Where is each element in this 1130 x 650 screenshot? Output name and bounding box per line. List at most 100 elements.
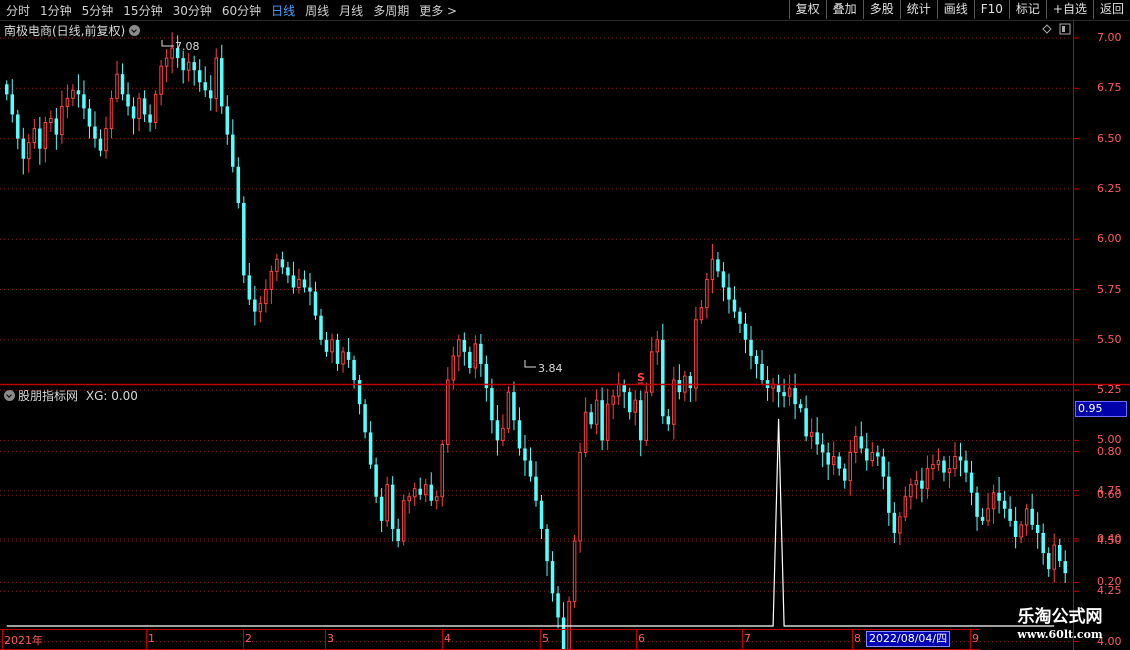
candle xyxy=(633,390,637,426)
watermark-url: www.60lt.com xyxy=(1017,628,1103,641)
candle xyxy=(650,336,654,397)
candle xyxy=(738,307,742,334)
stock-chart[interactable] xyxy=(0,0,1130,650)
candle xyxy=(148,104,152,132)
candle xyxy=(721,262,726,302)
candle-body xyxy=(236,166,241,203)
candle-body xyxy=(688,376,693,389)
candle-body xyxy=(335,339,340,364)
candle-body xyxy=(887,476,891,513)
candle-body xyxy=(826,452,830,465)
candle-body xyxy=(153,93,158,124)
candle-body xyxy=(181,58,185,71)
candle-body xyxy=(1046,553,1051,570)
candle xyxy=(870,442,875,467)
candle xyxy=(335,333,340,371)
candle-body xyxy=(32,128,37,144)
candle xyxy=(589,404,593,429)
time-axis-label: 8 xyxy=(854,632,861,645)
candle-body xyxy=(672,379,676,425)
candle-body xyxy=(942,460,946,473)
candle xyxy=(793,373,797,420)
candle xyxy=(699,299,704,324)
candle-body xyxy=(694,319,698,389)
candle-body xyxy=(550,561,555,594)
candle-body xyxy=(115,73,119,99)
indicator-tick-label: 0.80 xyxy=(1097,444,1122,458)
candle-body xyxy=(352,359,356,381)
candle xyxy=(231,119,235,173)
candle xyxy=(76,74,81,108)
candle-body xyxy=(208,90,213,99)
candle xyxy=(390,476,395,542)
candle-body xyxy=(446,379,450,445)
candle-body xyxy=(286,267,290,276)
candle-body xyxy=(534,476,538,501)
candle xyxy=(760,350,764,386)
candle xyxy=(638,390,643,457)
candle-body xyxy=(220,58,224,107)
candle xyxy=(197,59,202,92)
candle xyxy=(534,461,538,507)
candle xyxy=(247,263,252,305)
candle xyxy=(765,366,770,401)
candle-body xyxy=(38,128,42,149)
candle xyxy=(275,253,279,282)
candle-body xyxy=(705,278,709,309)
candle-body xyxy=(881,456,886,477)
candle xyxy=(611,389,615,420)
candle xyxy=(21,127,26,175)
candle xyxy=(164,49,169,83)
candle xyxy=(578,442,582,553)
candle xyxy=(446,367,450,453)
candle xyxy=(853,426,858,464)
candle-body xyxy=(892,512,897,533)
candle xyxy=(98,129,103,157)
candle-body xyxy=(594,399,599,425)
candle xyxy=(727,273,731,314)
candle xyxy=(716,252,720,278)
candle-body xyxy=(401,500,406,542)
price-tick-label: 6.00 xyxy=(1097,232,1122,246)
candle-body xyxy=(429,484,434,501)
candle-body xyxy=(699,307,704,321)
candle xyxy=(236,157,241,209)
high-price-label: 7.08 xyxy=(175,40,200,53)
candle-body xyxy=(947,468,952,474)
candle xyxy=(947,455,952,489)
candle xyxy=(831,441,836,475)
time-axis-label: 2021年 xyxy=(4,634,43,647)
candle xyxy=(225,95,230,145)
candle xyxy=(931,454,935,481)
candle-body xyxy=(390,484,395,529)
price-tick-label: 5.75 xyxy=(1097,282,1122,296)
candle-body xyxy=(60,105,64,136)
candle xyxy=(60,90,64,144)
candle-body xyxy=(368,432,373,465)
candle xyxy=(440,439,445,507)
candle xyxy=(914,471,919,500)
candle xyxy=(429,472,434,506)
candle-body xyxy=(837,456,841,469)
candle xyxy=(1013,506,1018,549)
candle-body xyxy=(192,62,196,71)
candle-body xyxy=(914,480,919,486)
candle-body xyxy=(611,395,615,405)
candle-body xyxy=(677,380,682,393)
candle xyxy=(528,447,533,482)
candle-body xyxy=(341,351,345,365)
candle xyxy=(826,442,830,481)
candle xyxy=(330,333,334,364)
candle-body xyxy=(137,97,141,119)
candle-body xyxy=(71,89,75,99)
candle-body xyxy=(710,258,715,280)
candle-body xyxy=(385,484,389,522)
candle-body xyxy=(423,484,428,496)
candle-body xyxy=(523,448,527,461)
candle-body xyxy=(798,404,803,409)
candle xyxy=(798,399,803,413)
candle xyxy=(131,97,136,135)
candle xyxy=(214,48,219,112)
candle-body xyxy=(859,436,864,449)
candle-body xyxy=(1052,544,1056,570)
